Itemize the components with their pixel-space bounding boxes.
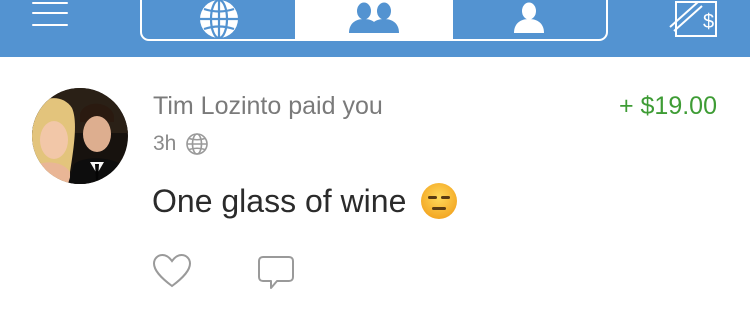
story-headline[interactable]: Tim Lozinto paid you: [153, 92, 383, 121]
payment-note-text: One glass of wine: [152, 182, 407, 219]
heart-icon[interactable]: [152, 253, 192, 289]
avatar[interactable]: [32, 88, 128, 184]
tab-personal-feed[interactable]: [450, 0, 606, 39]
tab-public-feed[interactable]: [142, 0, 295, 39]
globe-icon: [185, 132, 209, 156]
story-meta: 3h: [153, 131, 209, 157]
comment-bubble-icon[interactable]: [257, 255, 295, 291]
feed-segmented-control: [140, 0, 608, 41]
feed-story[interactable]: Tim Lozinto paid you + $19.00 3h One gla…: [0, 57, 750, 314]
friends-icon: [348, 2, 399, 33]
timestamp: 3h: [153, 132, 177, 155]
payment-note: One glass of wine: [152, 182, 458, 220]
pay-or-request-icon[interactable]: $: [668, 0, 720, 38]
expressionless-face-emoji: [420, 182, 458, 220]
svg-text:$: $: [703, 11, 714, 33]
tab-friends-feed[interactable]: [295, 0, 451, 39]
hamburger-menu-icon[interactable]: [32, 0, 68, 30]
globe-icon: [199, 0, 238, 39]
top-navigation-bar: $: [0, 0, 750, 57]
person-icon: [514, 2, 545, 33]
payment-amount: + $19.00: [618, 92, 717, 120]
